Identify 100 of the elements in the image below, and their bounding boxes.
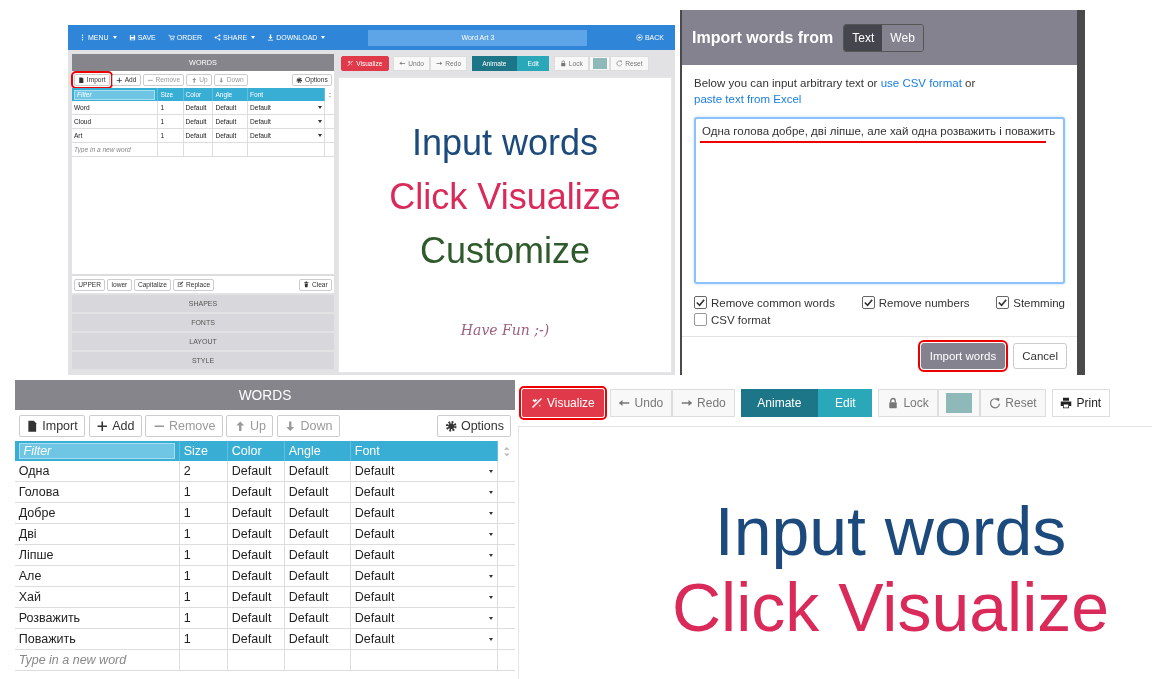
- table-cell: Default: [285, 482, 351, 503]
- filter-field[interactable]: Filter: [18, 443, 176, 460]
- add-button[interactable]: Add: [88, 414, 142, 437]
- table-cell: Одна: [15, 461, 180, 482]
- font-dropdown[interactable]: Default: [351, 503, 498, 524]
- column-header[interactable]: Color: [228, 441, 285, 462]
- caret-icon: [321, 36, 326, 39]
- color-picker-button[interactable]: [589, 56, 611, 72]
- caret-icon: [489, 553, 494, 557]
- font-dropdown[interactable]: Default: [351, 587, 498, 608]
- font-dropdown[interactable]: Default: [351, 566, 498, 587]
- arrow-up-icon: [190, 76, 198, 84]
- undo-button[interactable]: Undo: [609, 389, 673, 417]
- arrow-down-icon: [284, 419, 297, 432]
- help-link[interactable]: use CSV format: [880, 77, 962, 89]
- caret-icon: [318, 134, 323, 138]
- font-dropdown[interactable]: Default: [351, 482, 498, 503]
- mode-tab[interactable]: Edit: [818, 389, 873, 417]
- table-cell: Default: [285, 587, 351, 608]
- table-cell: Default: [285, 461, 351, 482]
- table-cell: Default: [228, 587, 285, 608]
- dialog-description: Below you can input arbitrary text or use CSV format or paste text from Excel: [694, 76, 977, 107]
- table-cell: 2: [180, 461, 228, 482]
- visualize-button[interactable]: Visualize: [522, 389, 604, 417]
- edit-icon: [177, 281, 184, 289]
- caret-icon: [489, 595, 494, 599]
- font-dropdown[interactable]: Default: [351, 545, 498, 566]
- cart-icon: [167, 34, 175, 41]
- checkbox[interactable]: [996, 296, 1010, 309]
- new-word-field[interactable]: Type in a new word: [18, 653, 176, 668]
- table-cell: Default: [228, 629, 285, 650]
- redo-button[interactable]: Redo: [672, 389, 735, 417]
- back-arrow-icon: [635, 34, 643, 41]
- table-cell: 1: [180, 545, 228, 566]
- checkbox[interactable]: [694, 313, 707, 326]
- scroll-arrows-icon[interactable]: [502, 445, 511, 457]
- caret-icon: [112, 36, 117, 39]
- help-link[interactable]: paste text from Excel: [694, 93, 802, 105]
- source-tab[interactable]: Text: [844, 24, 883, 51]
- table-cell: Дві: [15, 524, 180, 545]
- table-cell: Default: [285, 608, 351, 629]
- text-input-area[interactable]: Одна голова добре, дві ліпше, але хай одна розважить і поважить: [694, 117, 1065, 284]
- caret-icon: [489, 574, 494, 578]
- canvas-text: Have Fun ;-): [460, 322, 550, 339]
- table-cell: 1: [180, 587, 228, 608]
- canvas-text: Click Visualize: [671, 569, 1110, 645]
- plus-icon: [95, 419, 109, 432]
- caret-icon: [489, 511, 494, 515]
- caret-icon: [251, 36, 256, 39]
- import-button[interactable]: Import: [18, 414, 85, 437]
- table-cell: Default: [228, 524, 285, 545]
- print-button[interactable]: Print: [1051, 389, 1110, 417]
- column-header[interactable]: Size: [180, 441, 228, 462]
- canvas-text: Input words: [411, 121, 599, 166]
- table-cell: Default: [228, 503, 285, 524]
- table-cell: Поважить: [15, 629, 180, 650]
- panel-header[interactable]: WORDS: [15, 380, 515, 411]
- font-dropdown[interactable]: Default: [351, 524, 498, 545]
- table-cell: Default: [228, 482, 285, 503]
- table-cell: Default: [228, 608, 285, 629]
- arrow-down-icon: [218, 76, 225, 84]
- lock-icon: [887, 397, 900, 409]
- checkbox[interactable]: [861, 296, 875, 309]
- canvas-text: Click Visualize: [389, 175, 621, 220]
- table-cell: 1: [180, 629, 228, 650]
- table-cell: Але: [15, 566, 180, 587]
- font-dropdown[interactable]: Default: [351, 629, 498, 650]
- cancel-button[interactable]: Cancel: [1013, 343, 1067, 369]
- canvas-text: Input words: [714, 493, 1067, 569]
- trash-icon: [303, 281, 310, 289]
- font-dropdown[interactable]: Default: [351, 461, 498, 482]
- checkbox[interactable]: [694, 296, 707, 309]
- column-header[interactable]: Angle: [285, 441, 351, 462]
- checkbox-label: Stemming: [1013, 296, 1065, 309]
- column-header[interactable]: Font: [351, 441, 498, 462]
- lock-icon: [559, 60, 567, 67]
- font-dropdown[interactable]: Default: [351, 608, 498, 629]
- dialog-title: Import words from: [692, 28, 834, 47]
- document-icon: [26, 419, 39, 432]
- mode-tab[interactable]: Animate: [740, 389, 819, 417]
- caret-icon: [318, 120, 323, 124]
- vertical-dots-icon: [79, 34, 86, 41]
- scroll-arrows-icon[interactable]: [327, 91, 332, 98]
- lock-button[interactable]: Lock: [878, 389, 938, 417]
- arrow-right-icon: [436, 60, 444, 67]
- table-cell: Default: [285, 545, 351, 566]
- table-cell: Default: [228, 566, 285, 587]
- color-picker-button[interactable]: [937, 389, 981, 417]
- import-words-button[interactable]: Import words: [920, 343, 1006, 369]
- options-button[interactable]: Options: [437, 414, 512, 437]
- caret-icon: [318, 106, 323, 110]
- magic-wand-icon: [347, 60, 354, 67]
- printer-icon: [1060, 397, 1073, 409]
- reset-button[interactable]: Reset: [980, 389, 1046, 417]
- table-cell: Добре: [15, 503, 180, 524]
- caret-icon: [489, 469, 494, 473]
- download-icon: [267, 34, 275, 41]
- caret-icon: [489, 490, 494, 494]
- caret-icon: [489, 637, 494, 641]
- plus-icon: [116, 76, 123, 84]
